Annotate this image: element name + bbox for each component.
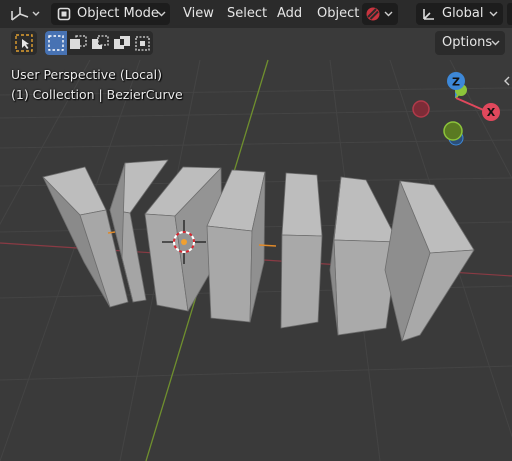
mode-label: Object Mode [77, 6, 159, 21]
transform-orientation-selector[interactable]: Global [416, 3, 503, 25]
object-mode-icon [57, 7, 71, 21]
select-intersect-icon [135, 36, 150, 51]
axes-editor-icon [11, 7, 29, 21]
selection-mode-set-button[interactable] [45, 31, 67, 55]
menu-view[interactable]: View [183, 3, 214, 25]
menu-add[interactable]: Add [277, 3, 302, 25]
options-label: Options [442, 35, 493, 50]
chevron-left-icon [504, 76, 510, 86]
perspective-label: User Perspective (Local) [11, 67, 162, 82]
selection-mode-intersect-button[interactable] [133, 31, 153, 55]
chevron-down-icon [489, 11, 498, 17]
chevron-down-icon [157, 11, 166, 17]
menu-object[interactable]: Object [317, 3, 359, 25]
select-difference-icon [114, 36, 130, 49]
orientation-label: Global [442, 6, 484, 21]
mode-selector[interactable]: Object Mode [51, 3, 170, 25]
select-box-tool-icon [15, 34, 33, 52]
tool-settings-bar: Options [0, 28, 512, 58]
gizmo-z-label: Z [452, 76, 460, 89]
menu-select[interactable]: Select [227, 3, 267, 25]
options-dropdown[interactable]: Options [435, 31, 505, 55]
collection-label: (1) Collection | BezierCurve [11, 87, 183, 102]
selection-mode-difference-button[interactable] [111, 31, 133, 55]
shading-popover-button[interactable] [362, 3, 398, 25]
header-edge-tab[interactable] [507, 3, 512, 25]
sidebar-toggle-arrow[interactable] [502, 73, 512, 89]
gizmo-x-label: X [487, 106, 496, 119]
active-tool-button[interactable] [11, 31, 37, 55]
chevron-down-icon [384, 11, 393, 17]
viewport-header: Object Mode View Select Add Object Globa… [0, 0, 512, 28]
select-subtract-icon [92, 35, 109, 49]
blender-window: Z X Object Mode View Select Add Object G… [0, 0, 512, 461]
block-5 [280, 172, 323, 329]
selection-mode-subtract-button[interactable] [89, 31, 111, 55]
select-set-icon [48, 35, 64, 51]
editor-type-button[interactable] [6, 3, 44, 25]
shading-sphere-icon [366, 7, 380, 21]
chevron-down-icon [32, 11, 40, 16]
orientation-axes-icon [423, 9, 434, 20]
chevron-down-icon [491, 40, 500, 46]
selection-mode-extend-button[interactable] [67, 31, 89, 55]
select-extend-icon [70, 35, 87, 49]
selection-mode-group [45, 31, 153, 55]
